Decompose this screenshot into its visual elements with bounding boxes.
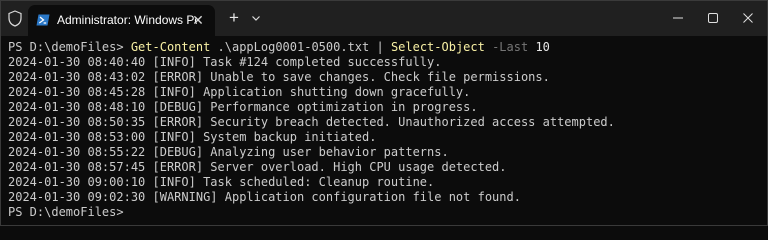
command-line: PS D:\demoFiles> Get-Content .\appLog000… (8, 40, 550, 55)
log-line: 2024-01-30 08:55:22 [DEBUG] Analyzing us… (8, 145, 449, 159)
log-line: 2024-01-30 09:02:30 [WARNING] Applicatio… (8, 190, 521, 204)
terminal-window: Administrator: Windows PowerShell ✕ + PS (0, 0, 768, 226)
terminal-output[interactable]: PS D:\demoFiles> Get-Content .\appLog000… (1, 37, 767, 225)
text-cursor (124, 205, 131, 218)
tab-title: Administrator: Windows PowerShell (57, 13, 197, 27)
maximize-icon (708, 13, 718, 23)
minimize-icon (673, 17, 683, 19)
command-argument: .\appLog0001-0500.txt (210, 40, 377, 54)
final-prompt-line: PS D:\demoFiles> (8, 205, 131, 220)
log-line: 2024-01-30 08:45:28 [INFO] Application s… (8, 85, 471, 99)
pipe-operator: | (376, 40, 391, 54)
close-icon[interactable]: ✕ (191, 12, 205, 28)
close-window-button[interactable] (726, 1, 768, 36)
powershell-icon (36, 13, 50, 27)
tab-powershell[interactable]: Administrator: Windows PowerShell ✕ (28, 5, 215, 36)
log-line: 2024-01-30 09:00:10 [INFO] Task schedule… (8, 175, 435, 189)
cmdlet-select-object: Select-Object (390, 40, 485, 54)
chevron-down-icon[interactable] (249, 11, 263, 25)
log-line: 2024-01-30 08:48:10 [DEBUG] Performance … (8, 100, 478, 114)
prompt: PS D:\demoFiles> (8, 205, 124, 219)
log-line: 2024-01-30 08:57:45 [ERROR] Server overl… (8, 160, 507, 174)
log-line: 2024-01-30 08:40:40 [INFO] Task #124 com… (8, 55, 442, 69)
shield-icon (8, 10, 22, 27)
log-line: 2024-01-30 08:43:02 [ERROR] Unable to sa… (8, 70, 550, 84)
prompt: PS D:\demoFiles> (8, 40, 131, 54)
parameter-value: 10 (535, 40, 550, 54)
log-line: 2024-01-30 08:53:00 [INFO] System backup… (8, 130, 377, 144)
log-line: 2024-01-30 08:50:35 [ERROR] Security bre… (8, 115, 615, 129)
plus-icon[interactable]: + (225, 9, 243, 27)
parameter-last: -Last (484, 40, 536, 54)
close-window-icon (743, 13, 753, 23)
title-bar[interactable]: Administrator: Windows PowerShell ✕ + (1, 1, 767, 36)
cmdlet-get-content: Get-Content (130, 40, 211, 54)
